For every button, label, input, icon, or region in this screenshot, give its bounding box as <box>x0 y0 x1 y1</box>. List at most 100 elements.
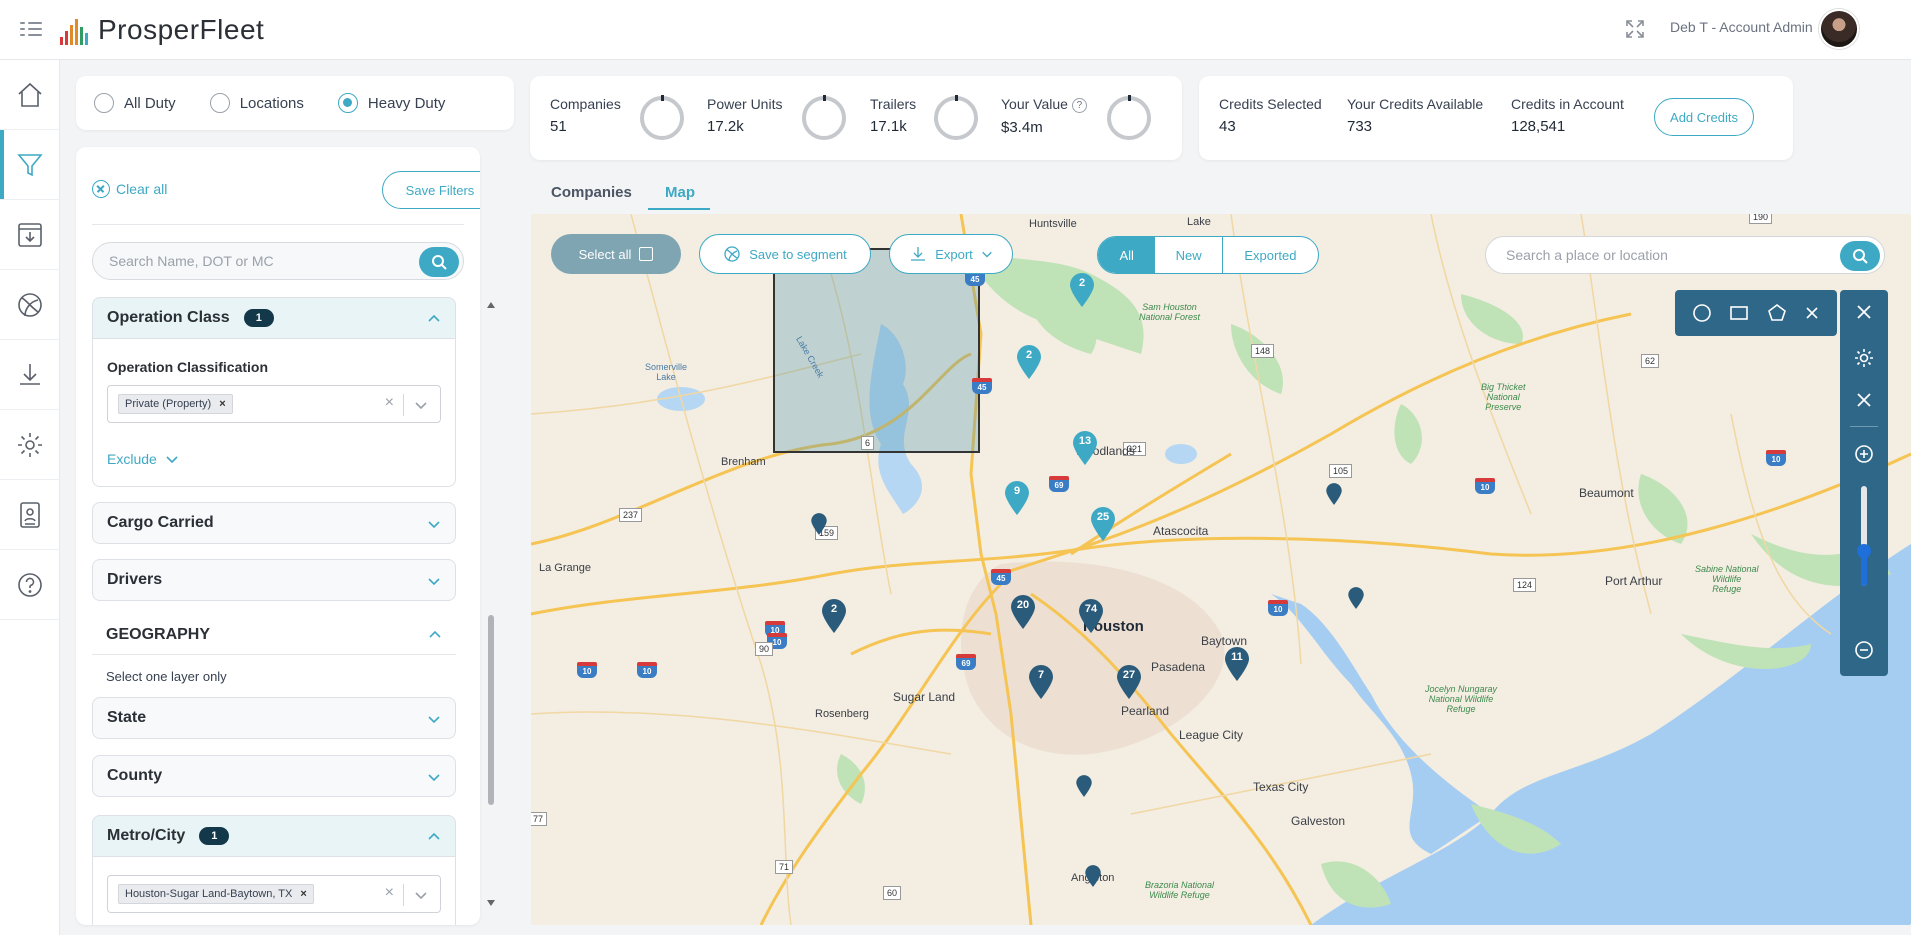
close-icon[interactable] <box>1803 304 1821 322</box>
nav-help[interactable] <box>0 550 60 620</box>
cluster-pin[interactable]: 25 <box>1089 506 1117 542</box>
radio-all-duty[interactable]: All Duty <box>94 93 176 113</box>
clear-selection-icon[interactable]: × <box>385 394 394 412</box>
nav-segments[interactable] <box>0 270 60 340</box>
geography-header[interactable]: GEOGRAPHY <box>92 615 456 655</box>
segment-all[interactable]: All <box>1098 237 1156 273</box>
cluster-pin[interactable]: 2 <box>1068 272 1096 308</box>
save-to-segment-button[interactable]: Save to segment <box>699 234 871 274</box>
nav-home[interactable] <box>0 60 60 130</box>
selected-chip: Private (Property) × <box>118 394 233 414</box>
radio-dot[interactable] <box>94 93 114 113</box>
chevron-down-icon[interactable] <box>414 398 428 412</box>
help-circle-icon[interactable]: ? <box>1071 98 1087 113</box>
chip-remove-icon[interactable]: × <box>300 888 306 900</box>
download-icon <box>20 363 40 385</box>
stat-value: 43 <box>1219 118 1236 135</box>
operation-classification-select[interactable]: Private (Property) × × <box>107 385 441 423</box>
nav-filter[interactable] <box>0 130 60 200</box>
cluster-pin[interactable]: 11 <box>1223 646 1251 682</box>
select-separator <box>403 884 404 906</box>
map-view[interactable]: 45 45 69 10 10 10 10 10 69 45 10 10 190 … <box>531 214 1911 925</box>
cluster-pin[interactable]: 74 <box>1077 598 1105 634</box>
cluster-pin[interactable]: 7 <box>1027 664 1055 700</box>
location-pin-icon[interactable] <box>1075 774 1093 798</box>
segment-icon <box>18 292 42 317</box>
segment-exported[interactable]: Exported <box>1223 237 1318 273</box>
fullscreen-icon[interactable] <box>1624 18 1646 40</box>
account-label[interactable]: Deb T - Account Admin <box>1670 19 1813 35</box>
accordion-operation-class[interactable]: Operation Class 1 <box>92 297 456 339</box>
accordion-title: Drivers <box>107 571 163 588</box>
tab-companies[interactable]: Companies <box>551 184 632 201</box>
accordion-drivers[interactable]: Drivers <box>92 559 456 601</box>
cluster-pin[interactable]: 20 <box>1009 594 1037 630</box>
location-pin-icon[interactable] <box>1347 586 1365 610</box>
location-pin-icon[interactable] <box>810 512 828 536</box>
operation-class-body: Operation Classification Private (Proper… <box>92 339 456 487</box>
nav-contacts[interactable] <box>0 480 60 550</box>
zoom-slider-thumb[interactable] <box>1857 544 1871 558</box>
accordion-state[interactable]: State <box>92 697 456 739</box>
company-search <box>92 242 464 280</box>
close-icon[interactable] <box>1852 300 1876 324</box>
menu-icon[interactable] <box>20 20 44 40</box>
metro-city-select[interactable]: Houston-Sugar Land-Baytown, TX × × <box>107 875 441 913</box>
place-search-input[interactable] <box>1506 247 1826 263</box>
zoom-out-icon[interactable] <box>1852 638 1876 662</box>
cluster-count: 74 <box>1084 603 1098 615</box>
stat-value: $3.4m <box>1001 119 1043 136</box>
cluster-pin[interactable]: 2 <box>1015 344 1043 380</box>
segment-icon <box>724 246 740 262</box>
chip-remove-icon[interactable]: × <box>219 398 225 410</box>
search-button[interactable] <box>419 247 459 277</box>
add-credits-button[interactable]: Add Credits <box>1654 98 1754 136</box>
nav-settings[interactable] <box>0 410 60 480</box>
accordion-metro-city[interactable]: Metro/City 1 <box>92 815 456 857</box>
company-search-input[interactable] <box>109 253 409 269</box>
close-icon[interactable] <box>1852 388 1876 412</box>
clear-selection-icon[interactable]: × <box>385 884 394 902</box>
tab-map[interactable]: Map <box>665 184 695 201</box>
radio-heavy-duty[interactable]: Heavy Duty <box>337 93 445 113</box>
highway-shield: 62 <box>1641 354 1660 368</box>
metro-city-body: Houston-Sugar Land-Baytown, TX × × <box>92 857 456 925</box>
accordion-county[interactable]: County <box>92 755 456 797</box>
cluster-pin[interactable]: 9 <box>1003 480 1031 516</box>
chevron-down-icon[interactable] <box>414 888 428 902</box>
exclude-toggle[interactable]: Exclude <box>107 451 179 467</box>
export-button[interactable]: Export <box>889 234 1013 274</box>
location-pin-icon[interactable] <box>1084 864 1102 888</box>
divider <box>92 224 464 225</box>
radio-dot-selected[interactable] <box>337 93 358 113</box>
clear-all-button[interactable]: Clear all <box>92 180 167 198</box>
place-search-button[interactable] <box>1840 241 1880 271</box>
checkbox[interactable] <box>639 247 654 261</box>
avatar[interactable] <box>1819 9 1859 49</box>
cluster-pin[interactable]: 13 <box>1071 430 1099 466</box>
logo[interactable]: ProsperFleet <box>60 12 264 48</box>
interstate-shield: 10 <box>1475 478 1495 494</box>
location-pin-icon[interactable] <box>1325 482 1343 506</box>
accordion-cargo-carried[interactable]: Cargo Carried <box>92 502 456 544</box>
nav-saved[interactable] <box>0 200 60 270</box>
nav-downloads[interactable] <box>0 340 60 410</box>
cluster-pin[interactable]: 2 <box>820 598 848 634</box>
save-filters-button[interactable]: Save Filters <box>382 171 480 209</box>
stats-card: Companies 51 Power Units 17.2k Trailers … <box>530 76 1182 160</box>
interstate-shield: 10 <box>637 662 657 678</box>
place-label: Sabine National Wildlife Refuge <box>1695 564 1759 594</box>
polygon-draw-icon[interactable] <box>1766 302 1788 324</box>
radio-dot[interactable] <box>209 93 230 113</box>
select-all-button[interactable]: Select all <box>551 234 681 274</box>
segment-new[interactable]: New <box>1155 237 1223 273</box>
radio-locations[interactable]: Locations <box>209 93 304 113</box>
accordion-title: Operation Class <box>107 309 230 326</box>
rectangle-draw-icon[interactable] <box>1728 302 1750 324</box>
gear-icon[interactable] <box>1852 346 1876 370</box>
filter-scrollbar[interactable] <box>486 300 496 910</box>
cluster-pin[interactable]: 27 <box>1115 664 1143 700</box>
circle-draw-icon[interactable] <box>1691 302 1713 324</box>
filter-scroll-area[interactable]: Operation Class 1 Operation Classificati… <box>76 297 480 925</box>
zoom-in-icon[interactable] <box>1852 442 1876 466</box>
